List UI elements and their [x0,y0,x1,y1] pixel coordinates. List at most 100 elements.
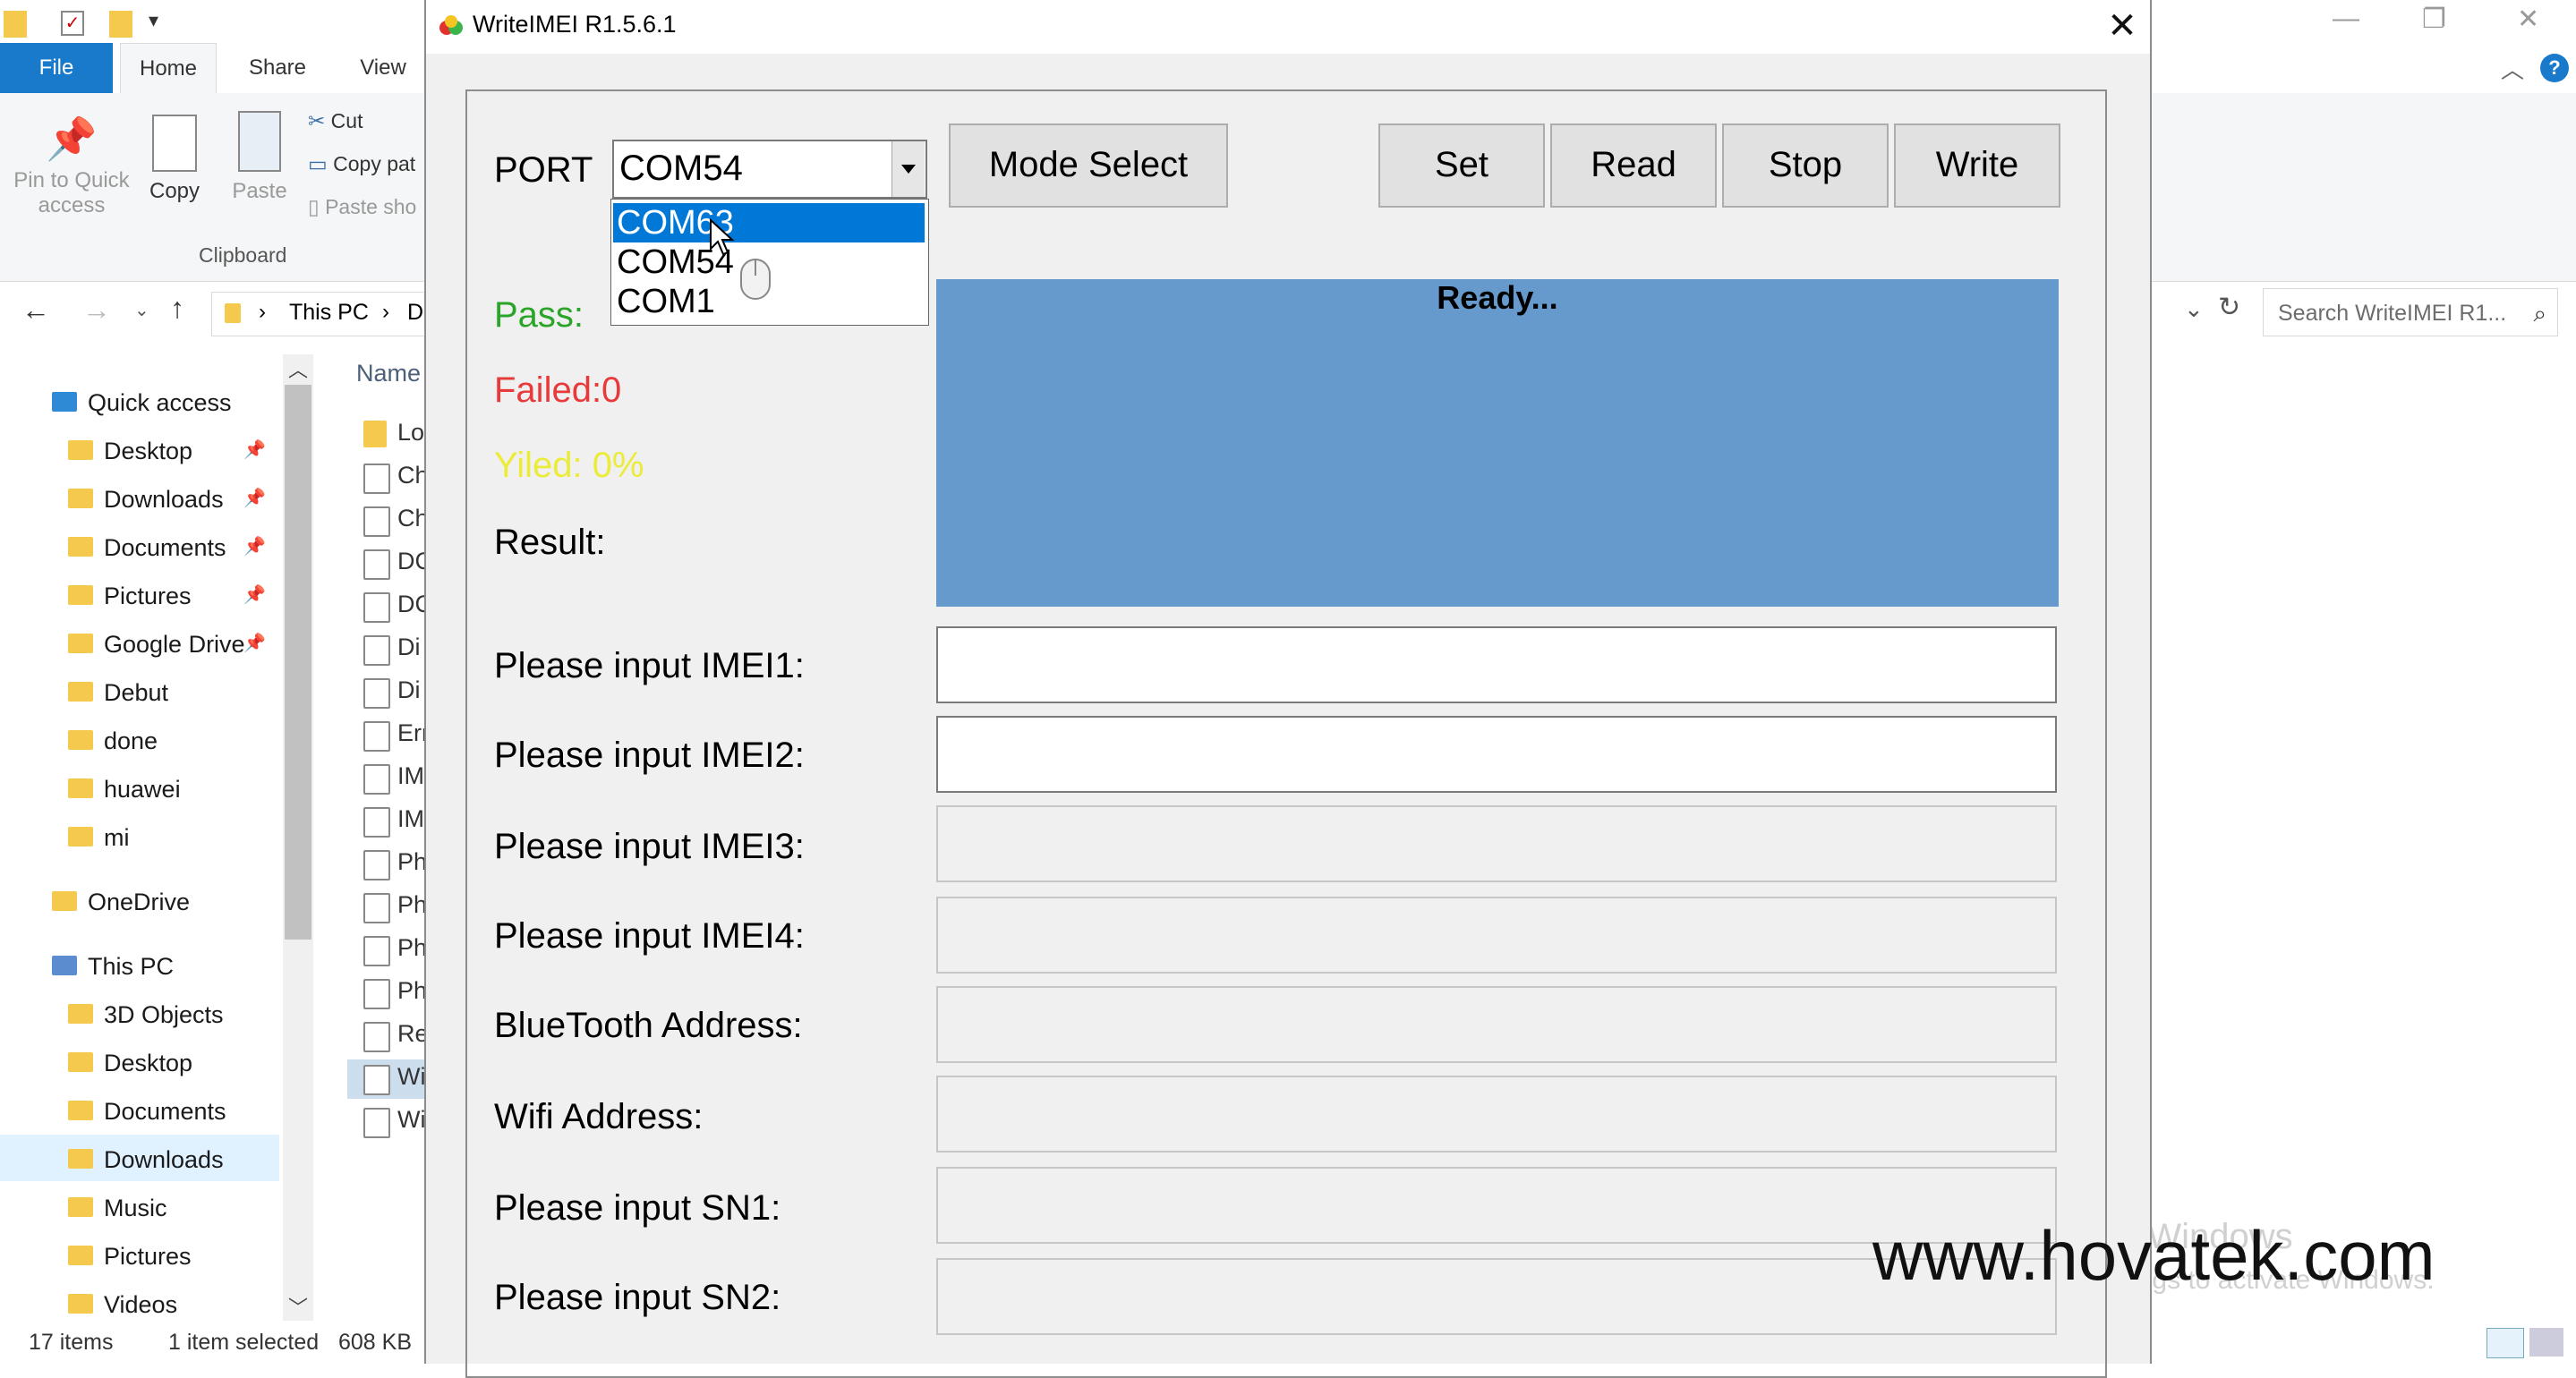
sidebar-item-pc-4[interactable]: Music [104,1185,167,1231]
back-icon[interactable]: ← [21,293,50,327]
recent-locations-icon[interactable]: ⌄ [134,299,149,321]
tab-file[interactable]: File [0,43,113,93]
copy-path-button[interactable]: ▭ Copy pat [308,152,415,176]
list-item[interactable]: Di [397,676,421,704]
list-item[interactable]: Wi [397,1106,425,1134]
wifi-address-input[interactable] [936,1076,2057,1153]
help-icon[interactable]: ? [2540,54,2569,82]
item-count: 17 items [29,1330,114,1355]
hovatek-watermark: www.hovatek.com [1872,1216,2435,1295]
imei3-label: Please input IMEI3: [494,827,805,866]
imei2-input[interactable] [936,716,2057,793]
nav-scroll-thumb[interactable] [285,385,311,940]
file-icon [363,635,390,666]
sidebar-item-quick-6[interactable]: done [104,718,158,764]
address-bar[interactable]: › This PC › D [211,292,428,336]
mode-select-button[interactable]: Mode Select [949,123,1228,208]
bluetooth-address-input[interactable] [936,986,2057,1063]
sidebar-item-quick-3[interactable]: Pictures [104,573,192,619]
list-item[interactable]: Ph [397,848,427,876]
properties-icon[interactable]: ✓ [61,11,84,36]
up-icon[interactable]: ↑ [170,292,184,325]
imei4-input[interactable] [936,897,2057,974]
tab-home[interactable]: Home [120,43,217,94]
pin-icon: 📌 [243,634,266,653]
sidebar-item-quick-4[interactable]: Google Drive [104,621,245,668]
folder-icon[interactable] [4,11,27,38]
copy-path-icon: ▭ [308,152,328,175]
sidebar-item-quick-1[interactable]: Downloads [104,476,224,523]
paste-shortcut-icon: ▯ [308,195,320,218]
customize-qat-icon[interactable]: ▾ [149,9,158,32]
breadcrumb-sep: › [259,300,266,324]
breadcrumb-next[interactable]: D [407,300,423,326]
large-icons-view-icon[interactable] [2529,1328,2563,1357]
file-icon [363,936,390,966]
chevron-down-icon[interactable] [891,141,925,197]
scroll-down-icon[interactable]: ﹀ [288,1292,308,1321]
sidebar-item-pc-2[interactable]: Documents [104,1088,226,1135]
read-button[interactable]: Read [1550,123,1717,208]
sidebar-item-quick-5[interactable]: Debut [104,669,168,716]
yield-percent: Yiled: 0% [494,446,644,485]
tab-view[interactable]: View [354,43,412,93]
port-option-com63[interactable]: COM63 [613,203,925,242]
search-icon: ⌕ [2533,300,2546,327]
forward-icon[interactable]: → [82,293,111,327]
file-icon [363,1108,390,1138]
scroll-up-icon[interactable]: ︿ [288,354,308,383]
tab-share[interactable]: Share [243,43,311,93]
sidebar-item-pc-0[interactable]: 3D Objects [104,991,224,1038]
sidebar-item-pc-5[interactable]: Pictures [104,1233,192,1280]
list-item[interactable]: Ph [397,934,427,962]
sidebar-item-quick-access[interactable]: Quick access [88,379,232,426]
folder-icon [68,489,93,508]
write-button[interactable]: Write [1894,123,2060,208]
new-folder-icon[interactable] [109,11,132,38]
cut-label: Cut [330,109,363,132]
list-item[interactable]: Wi [397,1063,425,1091]
copy-label: Copy [149,179,200,203]
port-select[interactable]: COM54 [612,140,927,199]
stop-button[interactable]: Stop [1722,123,1889,208]
file-icon [363,592,390,623]
sidebar-item-quick-0[interactable]: Desktop [104,428,192,474]
list-item[interactable]: Di [397,634,421,661]
list-item[interactable]: Ph [397,891,427,919]
dialog-titlebar[interactable]: WriteIMEI R1.5.6.1 ✕ [426,0,2150,54]
folder-icon [68,827,93,846]
sidebar-item-pc-3[interactable]: Downloads [104,1136,224,1183]
paste-button[interactable]: Paste [224,111,295,204]
pin-icon: 📌 [46,115,98,162]
search-input[interactable]: Search WriteIMEI R1... ⌕ [2263,288,2558,336]
list-item[interactable]: IM [397,762,424,790]
sidebar-item-pc-1[interactable]: Desktop [104,1040,192,1086]
breadcrumb-this-pc[interactable]: This PC [289,300,369,326]
sidebar-item-quick-2[interactable]: Documents [104,524,226,571]
folder-icon [68,537,93,557]
sidebar-item-quick-7[interactable]: huawei [104,766,181,812]
folder-icon [363,421,387,447]
set-button[interactable]: Set [1378,123,1545,208]
list-item[interactable]: IM [397,805,424,833]
imei3-input[interactable] [936,805,2057,882]
restore-icon[interactable]: ❐ [2422,4,2446,35]
paste-shortcut-button[interactable]: ▯ Paste sho [308,195,416,219]
list-item[interactable]: Ph [397,977,427,1005]
folder-icon [68,1052,93,1072]
collapse-ribbon-icon[interactable]: ︿ [2501,52,2524,85]
sidebar-item-quick-8[interactable]: mi [104,814,130,861]
address-dropdown-icon[interactable]: ⌄ [2184,295,2204,323]
imei1-input[interactable] [936,626,2057,703]
pin-quick-access-button[interactable]: 📌 Pin to Quick access [9,115,134,218]
close-icon[interactable]: ✕ [2517,4,2539,35]
copy-button[interactable]: Copy [143,115,206,204]
details-view-icon[interactable] [2486,1328,2524,1358]
list-item[interactable]: Lo [397,419,424,447]
refresh-icon[interactable]: ↻ [2218,292,2240,323]
cut-button[interactable]: ✂ Cut [308,109,363,133]
minimize-icon[interactable]: — [2333,4,2359,34]
sidebar-item-this-pc[interactable]: This PC [88,943,174,990]
sidebar-item-onedrive[interactable]: OneDrive [88,879,190,925]
close-icon[interactable]: ✕ [2100,4,2145,48]
